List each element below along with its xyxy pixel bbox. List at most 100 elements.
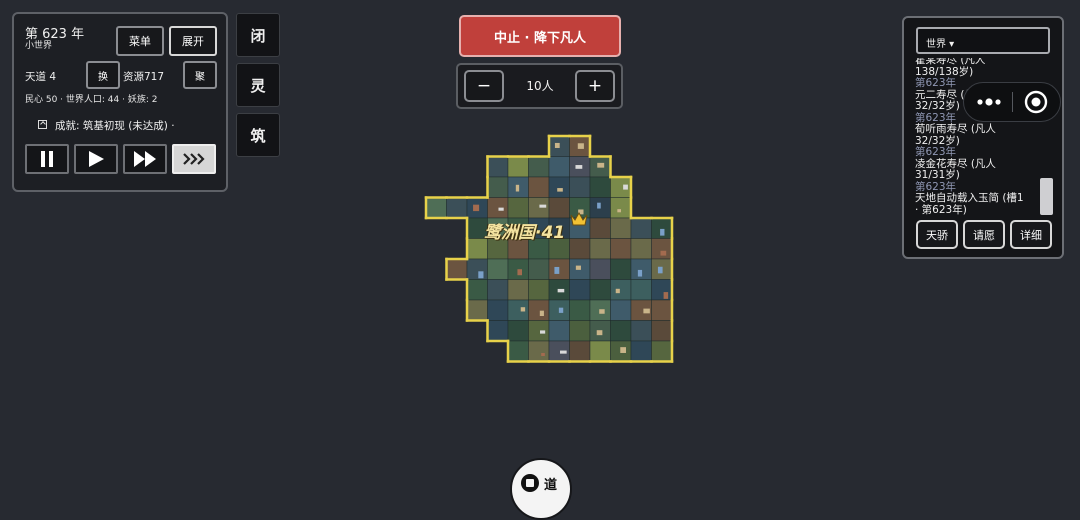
map-tile[interactable] [610,258,632,280]
map-tile[interactable] [548,176,570,198]
map-feature [557,188,563,192]
map-tile[interactable] [589,258,611,280]
map-tile[interactable] [446,258,468,280]
map-tile[interactable] [569,238,591,260]
side-button-spirit[interactable]: 灵 [236,63,280,107]
map-tile[interactable] [466,299,488,321]
map-tile[interactable] [507,156,529,178]
map-tile[interactable] [528,299,550,321]
map-feature [539,204,547,208]
map-tile[interactable] [589,340,611,362]
map-tile[interactable] [651,238,673,260]
map-feature [663,292,669,299]
map-tile[interactable] [610,279,632,301]
map-tile[interactable] [528,176,550,198]
map-feature [539,310,544,317]
map-feature [637,269,643,277]
map-tile[interactable] [487,156,509,178]
map-tile[interactable] [630,320,652,342]
map-tile[interactable] [610,176,632,198]
world-filter-dropdown[interactable]: 世界 ▾ [916,27,1050,54]
map-tile[interactable] [651,340,673,362]
log-scrollbar[interactable] [1040,178,1053,215]
map-tile[interactable] [548,156,570,178]
map-tile[interactable] [569,299,591,321]
map-tile[interactable] [548,320,570,342]
map-tile[interactable] [487,258,509,280]
count-stepper: − 10人 + [456,63,623,109]
map-feature [599,309,605,314]
swap-button[interactable]: 换 [86,61,120,89]
map-tile[interactable] [507,320,529,342]
map-tile[interactable] [610,217,632,239]
petition-button[interactable]: 请愿 [963,220,1005,249]
map-tile[interactable] [507,279,529,301]
map-tile[interactable] [487,279,509,301]
map-tile[interactable] [610,197,632,219]
side-button-close[interactable]: 闭 [236,13,280,57]
map-tile[interactable] [589,238,611,260]
map-tile[interactable] [651,279,673,301]
map-tile[interactable] [589,176,611,198]
map-tile[interactable] [528,340,550,362]
map-tile[interactable] [487,320,509,342]
prodigy-button[interactable]: 天骄 [916,220,958,249]
side-button-build[interactable]: 筑 [236,113,280,157]
map-tile[interactable] [528,258,550,280]
log-event-line: 荀听雨寿尽 (凡人 [915,123,996,135]
more-dots-icon[interactable] [975,93,1003,111]
triple-forward-icon [183,153,205,165]
map-tile[interactable] [630,340,652,362]
descend-mortals-button[interactable]: 中止 · 降下凡人 [459,15,621,57]
target-circle-icon[interactable] [1024,90,1048,114]
map-tile[interactable] [507,340,529,362]
map-tile[interactable] [487,176,509,198]
map-tile[interactable] [569,176,591,198]
map-tile[interactable] [630,279,652,301]
map-feature [615,288,620,294]
map-tile[interactable] [651,320,673,342]
map-tile[interactable] [651,299,673,321]
dao-tab-button[interactable]: 道 [510,458,572,520]
achievement-label[interactable]: 成就: 筑基初现 (未达成) · [55,118,175,133]
map-tile[interactable] [507,299,529,321]
details-button[interactable]: 详细 [1010,220,1052,249]
play-button[interactable] [74,144,118,174]
map-tile[interactable] [589,217,611,239]
tiandao-label: 天道 4 [25,71,57,83]
gather-button[interactable]: 聚 [183,61,217,89]
pause-button[interactable] [25,144,69,174]
map-tile[interactable] [610,320,632,342]
map-tile[interactable] [610,299,632,321]
map-tile[interactable] [548,197,570,219]
map-tile[interactable] [446,197,468,219]
map-tile[interactable] [507,197,529,219]
map-tile[interactable] [569,340,591,362]
fast-forward-button[interactable] [123,144,167,174]
map-tile[interactable] [528,279,550,301]
map-feature [577,143,584,149]
map-tile[interactable] [528,320,550,342]
triple-speed-button[interactable] [172,144,216,174]
map-tile[interactable] [425,197,447,219]
map-tile[interactable] [487,299,509,321]
map-tile[interactable] [630,217,652,239]
map-tile[interactable] [610,238,632,260]
map-tile[interactable] [528,156,550,178]
map-tile[interactable] [528,197,550,219]
map-tile[interactable] [487,197,509,219]
map-feature [554,266,560,274]
map-tile[interactable] [569,320,591,342]
world-map[interactable] [420,130,680,375]
map-tile[interactable] [569,279,591,301]
map-tile[interactable] [589,279,611,301]
map-tile[interactable] [466,279,488,301]
map-tile[interactable] [466,258,488,280]
menu-button[interactable]: 菜单 [116,26,164,56]
map-tile[interactable] [630,238,652,260]
crown-icon [570,211,588,231]
increase-button[interactable]: + [575,70,615,102]
decrease-button[interactable]: − [464,70,504,102]
map-feature [575,265,581,270]
expand-button[interactable]: 展开 [169,26,217,56]
